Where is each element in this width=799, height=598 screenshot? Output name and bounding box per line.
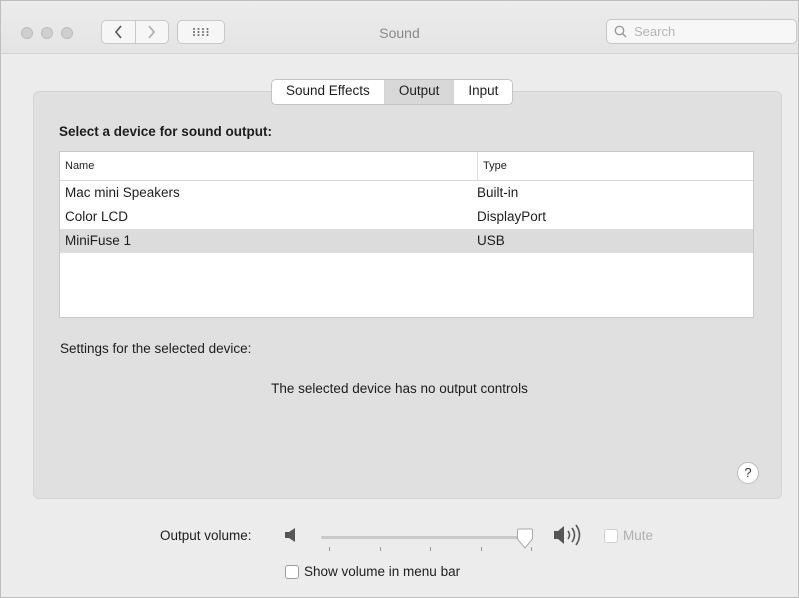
help-button[interactable]: ? xyxy=(737,462,759,484)
device-name: Color LCD xyxy=(65,209,129,224)
table-row[interactable]: Mac mini Speakers Built-in xyxy=(60,181,753,205)
slider-tick xyxy=(430,547,431,551)
device-name: MiniFuse 1 xyxy=(65,233,132,248)
speaker-low-icon xyxy=(285,528,295,542)
mute-checkbox[interactable]: Mute xyxy=(604,528,653,543)
column-header-type[interactable]: Type xyxy=(478,152,507,180)
mute-checkbox-box[interactable] xyxy=(604,528,618,543)
table-row[interactable]: Color LCD DisplayPort xyxy=(60,205,753,229)
device-type: USB xyxy=(477,233,505,248)
search-input[interactable] xyxy=(632,23,786,40)
show-volume-label: Show volume in menu bar xyxy=(304,564,461,579)
show-volume-menu-bar-checkbox[interactable]: Show volume in menu bar xyxy=(285,564,460,579)
device-type: DisplayPort xyxy=(477,209,547,224)
tab-output[interactable]: Output xyxy=(383,80,454,104)
mute-label: Mute xyxy=(623,528,654,543)
slider-tick xyxy=(481,547,482,551)
table-header: Name Type xyxy=(60,152,753,181)
slider-tick xyxy=(380,547,381,551)
slider-track xyxy=(321,536,531,539)
tab-input[interactable]: Input xyxy=(453,80,512,104)
device-name: Mac mini Speakers xyxy=(65,185,180,200)
table-row-selected[interactable]: MiniFuse 1 USB xyxy=(60,229,753,253)
output-volume-slider[interactable] xyxy=(319,528,539,554)
slider-tick xyxy=(329,547,330,551)
output-device-table: Name Type Mac mini Speakers Built-in Col… xyxy=(59,151,754,318)
search-field[interactable] xyxy=(606,19,797,44)
settings-label: Settings for the selected device: xyxy=(60,341,252,356)
device-list-heading: Select a device for sound output: xyxy=(59,124,273,139)
title-bar: Sound xyxy=(1,1,798,54)
column-header-name[interactable]: Name xyxy=(60,152,478,180)
magnifier-icon xyxy=(614,25,627,38)
show-volume-checkbox-box[interactable] xyxy=(285,564,299,579)
speaker-high-icon xyxy=(554,524,581,546)
sound-preferences-window: Sound Sound Effects Output Input Select … xyxy=(0,0,799,598)
tab-sound-effects[interactable]: Sound Effects xyxy=(272,80,384,104)
tab-bar: Sound Effects Output Input xyxy=(271,79,514,105)
output-volume-label: Output volume: xyxy=(160,528,252,543)
device-type: Built-in xyxy=(477,185,519,200)
no-controls-message: The selected device has no output contro… xyxy=(271,381,528,396)
slider-thumb[interactable] xyxy=(516,528,534,550)
